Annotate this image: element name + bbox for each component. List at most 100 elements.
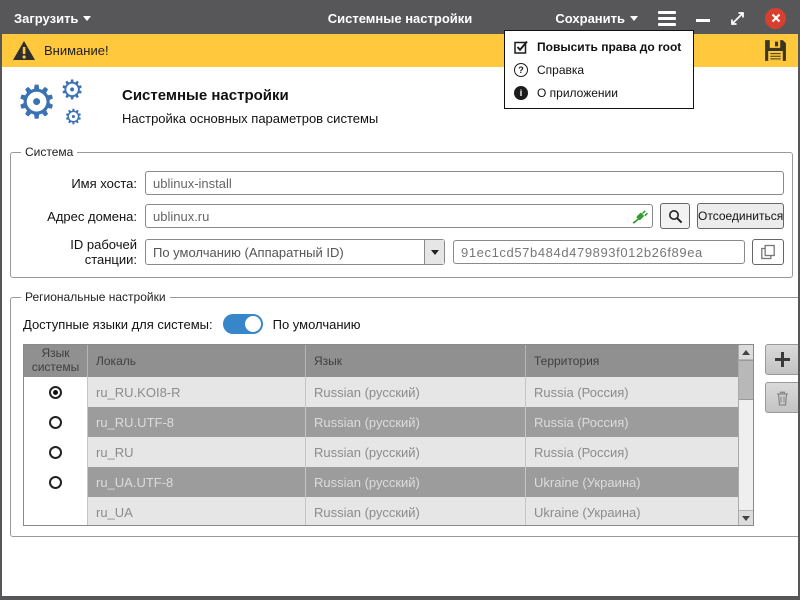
languages-toggle[interactable] [223,314,263,334]
warning-text: Внимание! [44,43,109,58]
delete-locale-button[interactable] [765,382,800,413]
locale-cell: ru_RU.UTF-8 [88,407,306,437]
app-window: Загрузить Системные настройки Сохранить [0,0,800,600]
table-scrollbar[interactable] [738,345,753,525]
page-subtitle: Настройка основных параметров системы [122,111,378,126]
locale-radio-cell[interactable] [24,407,88,437]
minimize-button[interactable] [696,19,710,22]
locale-table-header: Язык системы Локаль Язык Территория [24,345,738,377]
gear-icon: ⚙ [16,79,57,125]
station-id-selected-option: По умолчанию (Аппаратный ID) [146,240,424,264]
menu-item-about[interactable]: i О приложении [505,81,693,104]
locale-cell: ru_RU [88,437,306,467]
elevate-root-icon [514,40,528,54]
locale-cell: ru_RU.KOI8-R [88,377,306,407]
gear-icon: ⚙ [60,77,84,104]
chevron-up-icon [742,350,750,355]
locale-radio-cell[interactable] [24,437,88,467]
territory-cell: Russia (Россия) [526,437,738,467]
scroll-down-button[interactable] [739,510,753,525]
column-header-system-language: Язык системы [24,345,88,377]
territory-cell: Ukraine (Украина) [526,497,738,525]
warning-icon [12,40,36,61]
hostname-label: Имя хоста: [19,176,145,191]
expand-icon [730,11,745,26]
language-cell: Russian (русский) [306,407,526,437]
radio-unselected-icon[interactable] [49,476,62,489]
station-id-select[interactable]: По умолчанию (Аппаратный ID) [145,239,445,265]
menu-item-label: Повысить права до root [537,40,681,54]
locale-radio-cell[interactable] [24,377,88,407]
hamburger-menu-button[interactable] [658,11,676,26]
about-icon: i [514,86,528,100]
disconnect-button[interactable]: Отсоединиться [697,203,784,229]
locale-cell: ru_UA.UTF-8 [88,467,306,497]
menu-item-label: О приложении [537,86,618,100]
scrollbar-thumb[interactable] [739,360,753,400]
chevron-down-icon [742,516,750,521]
trash-icon [775,390,790,406]
scroll-up-button[interactable] [739,345,753,360]
territory-cell: Ukraine (Украина) [526,467,738,497]
language-cell: Russian (русский) [306,377,526,407]
default-label: По умолчанию [273,317,361,332]
load-label: Загрузить [14,11,78,26]
close-icon [771,13,781,23]
help-icon: ? [514,63,528,77]
maximize-button[interactable] [730,11,745,26]
app-menu-popup: Повысить права до root ? Справка i О при… [504,30,694,109]
save-to-disk-button[interactable] [763,38,788,63]
language-cell: Russian (русский) [306,437,526,467]
locale-table-row[interactable]: ru_UARussian (русский)Ukraine (Украина) [24,497,738,525]
domain-input[interactable] [145,204,653,228]
locale-table: Язык системы Локаль Язык Территория ru_R… [23,344,754,526]
page-title: Системные настройки [122,87,378,104]
station-id-value[interactable] [453,240,745,264]
locale-table-row[interactable]: ru_RURussian (русский)Russia (Россия) [24,437,738,467]
locale-radio-cell[interactable] [24,497,88,525]
menu-item-help[interactable]: ? Справка [505,58,693,81]
column-header-locale: Локаль [88,345,306,377]
hostname-input[interactable] [145,171,784,195]
system-group-legend: Система [21,145,77,159]
chevron-down-icon [83,16,91,21]
locale-cell: ru_UA [88,497,306,525]
language-cell: Russian (русский) [306,497,526,525]
chevron-down-icon [431,250,439,255]
radio-selected-icon[interactable] [49,386,62,399]
plus-icon [775,352,790,367]
select-arrow-button[interactable] [424,240,444,264]
territory-cell: Russia (Россия) [526,377,738,407]
load-menu-button[interactable]: Загрузить [14,11,91,26]
gear-icon: ⚙ [64,107,83,128]
domain-search-button[interactable] [660,203,690,229]
radio-unselected-icon[interactable] [49,446,62,459]
locale-table-row[interactable]: ru_RU.KOI8-RRussian (русский)Russia (Рос… [24,377,738,407]
search-icon [668,209,683,224]
chevron-down-icon [630,16,638,21]
floppy-icon [763,38,788,63]
save-menu-button[interactable]: Сохранить [555,11,638,26]
save-label: Сохранить [555,11,625,26]
toggle-knob [245,316,261,332]
copy-id-button[interactable] [752,239,784,265]
gears-logo-icon: ⚙ ⚙ ⚙ [14,79,102,139]
locale-table-body: ru_RU.KOI8-RRussian (русский)Russia (Рос… [24,377,738,525]
system-group: Система Имя хоста: Адрес домена: [10,145,793,278]
language-cell: Russian (русский) [306,467,526,497]
close-button[interactable] [765,8,786,29]
menu-item-elevate-root[interactable]: Повысить права до root [505,35,693,58]
add-locale-button[interactable] [765,344,800,375]
locale-table-row[interactable]: ru_UA.UTF-8Russian (русский)Ukraine (Укр… [24,467,738,497]
territory-cell: Russia (Россия) [526,407,738,437]
radio-unselected-icon[interactable] [49,416,62,429]
regional-group-legend: Региональные настройки [21,290,170,304]
column-header-territory: Территория [526,345,738,377]
languages-label: Доступные языки для системы: [23,317,213,332]
copy-icon [760,244,776,260]
locale-radio-cell[interactable] [24,467,88,497]
regional-group: Региональные настройки Доступные языки д… [10,290,800,537]
locale-table-row[interactable]: ru_RU.UTF-8Russian (русский)Russia (Росс… [24,407,738,437]
domain-label: Адрес домена: [19,209,145,224]
column-header-language: Язык [306,345,526,377]
